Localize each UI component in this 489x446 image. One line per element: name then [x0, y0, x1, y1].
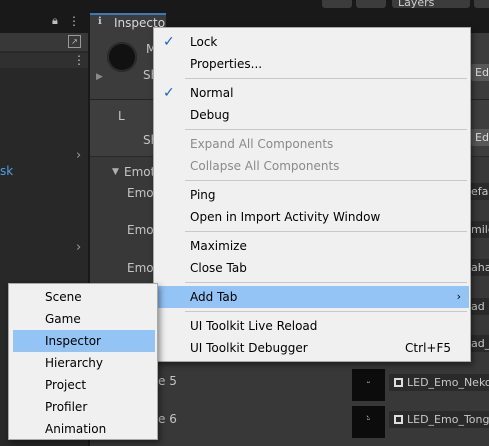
component-label: L: [118, 109, 125, 123]
slot-label: e 6: [158, 412, 177, 426]
sprite-thumbnail[interactable]: ᵕ: [352, 369, 385, 401]
menu-item-expand-all-components: Expand All Components: [155, 133, 469, 155]
menu-item-label: Ping: [190, 188, 216, 202]
chevron-right-icon[interactable]: ›: [76, 240, 81, 255]
menu-item-collapse-all-components: Collapse All Components: [155, 155, 469, 177]
menu-item-label: Open in Import Activity Window: [190, 210, 381, 224]
sprite-field[interactable]: LED_Emo_Tong: [389, 411, 489, 428]
menu-separator: [185, 129, 467, 130]
menu-item-ui-toolkit-live-reload[interactable]: UI Toolkit Live Reload: [155, 315, 469, 337]
chevron-right-icon[interactable]: ›: [76, 148, 81, 163]
thumbnail-glyph: ᵕ: [366, 379, 371, 389]
slot-label: e 5: [158, 374, 177, 388]
edit-button[interactable]: Edit...: [471, 64, 489, 81]
menu-item-label: UI Toolkit Debugger: [190, 341, 308, 355]
menu-separator: [185, 78, 467, 79]
sprite-field[interactable]: LED_Emo_Neko: [389, 374, 489, 391]
menu-item-close-tab[interactable]: Close Tab: [155, 257, 469, 279]
menu-item-add-tab[interactable]: Add Tab ›: [155, 286, 469, 308]
more-vertical-icon[interactable]: ⋮: [73, 53, 85, 67]
submenu-item-label: Profiler: [45, 400, 88, 414]
layers-dropdown[interactable]: Layers: [392, 0, 470, 8]
submenu-item-label: Game: [45, 312, 81, 326]
sprite-thumbnail[interactable]: ᵕ̀: [352, 406, 385, 438]
submenu-item-scene[interactable]: Scene: [13, 286, 155, 308]
submenu-item-hierarchy[interactable]: Hierarchy: [13, 352, 155, 374]
menu-item-label: Close Tab: [190, 261, 247, 275]
more-vertical-icon[interactable]: ⋮: [68, 14, 80, 28]
submenu-item-animation[interactable]: Animation: [13, 418, 155, 440]
menu-item-open-import-activity[interactable]: Open in Import Activity Window: [155, 206, 469, 228]
menu-item-label: Debug: [190, 108, 230, 122]
menu-item-label: Collapse All Components: [190, 159, 340, 173]
menu-item-lock[interactable]: ✓ Lock: [155, 31, 469, 53]
menu-item-shortcut: Ctrl+F5: [405, 341, 451, 355]
triangle-down-icon[interactable]: ▼: [112, 167, 119, 177]
toolbar-button[interactable]: [322, 0, 352, 8]
layout-dropdown[interactable]: [474, 0, 489, 8]
menu-separator: [185, 231, 467, 232]
sprite-icon: [394, 415, 403, 424]
sprite-field-value: LED_Emo_Neko: [407, 376, 489, 389]
menu-item-normal[interactable]: ✓ Normal: [155, 82, 469, 104]
menu-separator: [185, 311, 467, 312]
menu-item-properties[interactable]: Properties...: [155, 53, 469, 75]
menu-item-label: Properties...: [190, 57, 263, 71]
menu-item-label: Lock: [190, 35, 218, 49]
menu-separator: [185, 282, 467, 283]
menu-item-label: Expand All Components: [190, 137, 334, 151]
info-icon: ℹ︎: [98, 16, 102, 27]
submenu-item-label: Project: [45, 378, 87, 392]
menu-item-label: Normal: [190, 86, 234, 100]
submenu-item-label: Inspector: [45, 334, 101, 348]
submenu-item-inspector[interactable]: Inspector: [13, 330, 155, 352]
thumbnail-glyph: ᵕ̀: [366, 416, 371, 426]
triangle-right-icon[interactable]: ▶: [96, 72, 103, 82]
menu-item-maximize[interactable]: Maximize: [155, 235, 469, 257]
chevron-right-icon: ›: [456, 290, 461, 303]
sprite-icon: [394, 378, 403, 387]
menu-separator: [185, 180, 467, 181]
submenu-item-label: Hierarchy: [45, 356, 104, 370]
menu-item-ui-toolkit-debugger[interactable]: UI Toolkit Debugger Ctrl+F5: [155, 337, 469, 359]
expand-icon[interactable]: ↗: [68, 35, 81, 48]
sprite-field-value: LED_Emo_Tong: [407, 413, 489, 426]
menu-item-label: Add Tab: [190, 290, 238, 304]
menu-item-debug[interactable]: Debug: [155, 104, 469, 126]
check-icon: ✓: [163, 85, 175, 101]
submenu-item-project[interactable]: Project: [13, 374, 155, 396]
submenu-item-label: Scene: [45, 290, 82, 304]
submenu-item-label: Animation: [45, 422, 107, 436]
menu-item-label: Maximize: [190, 239, 247, 253]
object-preview-icon: [107, 42, 137, 72]
edit-button[interactable]: Edit...: [471, 129, 489, 146]
inspector-context-menu: ✓ Lock Properties... ✓ Normal Debug Expand…: [153, 27, 471, 362]
add-tab-submenu: Scene Game Inspector Hierarchy Project P…: [8, 283, 158, 440]
submenu-item-profiler[interactable]: Profiler: [13, 396, 155, 418]
toolbar-search-button[interactable]: [356, 0, 386, 8]
menu-item-ping[interactable]: Ping: [155, 184, 469, 206]
menu-item-label: UI Toolkit Live Reload: [190, 319, 318, 333]
check-icon: ✓: [163, 34, 175, 50]
submenu-item-game[interactable]: Game: [13, 308, 155, 330]
lock-icon[interactable]: 🔒︎: [52, 14, 58, 28]
left-panel-link-text[interactable]: sk: [0, 164, 13, 178]
